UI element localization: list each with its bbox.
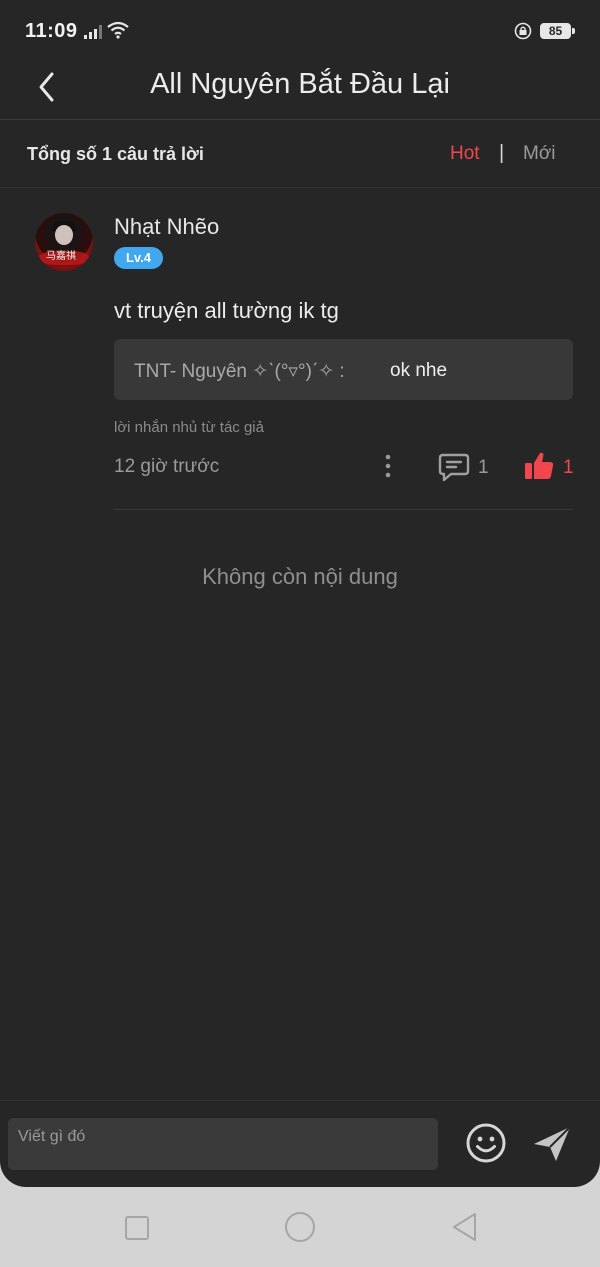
send-icon[interactable] bbox=[532, 1124, 572, 1164]
comment-summary-bar: Tổng số 1 câu trả lời Hot | Mới bbox=[0, 121, 600, 188]
recent-apps-button[interactable] bbox=[125, 1216, 149, 1240]
comment-icon bbox=[438, 453, 470, 482]
divider bbox=[114, 509, 573, 510]
page-title: All Nguyên Bắt Đầu Lại bbox=[150, 68, 450, 100]
like-button[interactable]: 1 bbox=[523, 450, 578, 482]
reply-count: 1 bbox=[478, 457, 489, 478]
reply-button[interactable]: 1 bbox=[438, 452, 498, 482]
author-reply-box[interactable]: TNT- Nguyên ✧ˋ(°▿°)ˊ✧ : ok nhe bbox=[114, 339, 573, 400]
status-time: 11:09 bbox=[25, 20, 78, 42]
username[interactable]: Nhạt Nhẽo bbox=[114, 214, 219, 240]
system-back-icon[interactable] bbox=[450, 1211, 478, 1243]
more-options-icon[interactable] bbox=[380, 452, 396, 480]
avatar-caption: 马嘉祺 bbox=[46, 251, 76, 262]
reply-author: TNT- Nguyên ✧ˋ(°▿°)ˊ✧ : bbox=[134, 361, 345, 382]
emoji-icon[interactable] bbox=[465, 1122, 507, 1164]
comment-text: vt truyện all tường ik tg bbox=[114, 298, 339, 323]
sort-new-tab[interactable]: Mới bbox=[523, 143, 556, 165]
battery-level: 85 bbox=[548, 24, 563, 38]
signal-icon bbox=[84, 25, 102, 39]
rotation-lock-icon bbox=[514, 22, 532, 40]
battery-icon: 85 bbox=[540, 23, 571, 39]
status-bar: 11:09 85 bbox=[0, 0, 600, 58]
level-badge: Lv.4 bbox=[114, 247, 163, 269]
sort-hot-tab[interactable]: Hot bbox=[450, 143, 480, 165]
input-bar bbox=[0, 1100, 600, 1187]
like-count: 1 bbox=[563, 457, 574, 478]
sort-separator: | bbox=[499, 142, 505, 164]
avatar-face bbox=[55, 225, 73, 245]
battery-tip bbox=[572, 28, 575, 34]
avatar[interactable]: 马嘉祺 bbox=[35, 213, 93, 271]
system-navigation-bar bbox=[0, 1187, 600, 1267]
thumbs-up-icon bbox=[525, 452, 554, 479]
total-replies-count: Tổng số 1 câu trả lời bbox=[27, 144, 204, 164]
header: All Nguyên Bắt Đầu Lại bbox=[0, 58, 600, 120]
reply-text: ok nhe bbox=[390, 360, 448, 381]
home-button[interactable] bbox=[285, 1212, 315, 1242]
comment-input[interactable] bbox=[8, 1118, 438, 1170]
screen: 11:09 85 All Nguyên Bắt Đầu Lại Tổng số … bbox=[0, 0, 600, 1187]
author-note-label: lời nhắn nhủ từ tác giả bbox=[114, 419, 264, 436]
no-more-content-label: Không còn nội dung bbox=[202, 564, 398, 589]
wifi-icon bbox=[107, 21, 129, 39]
comment-timestamp: 12 giờ trước bbox=[114, 456, 220, 477]
